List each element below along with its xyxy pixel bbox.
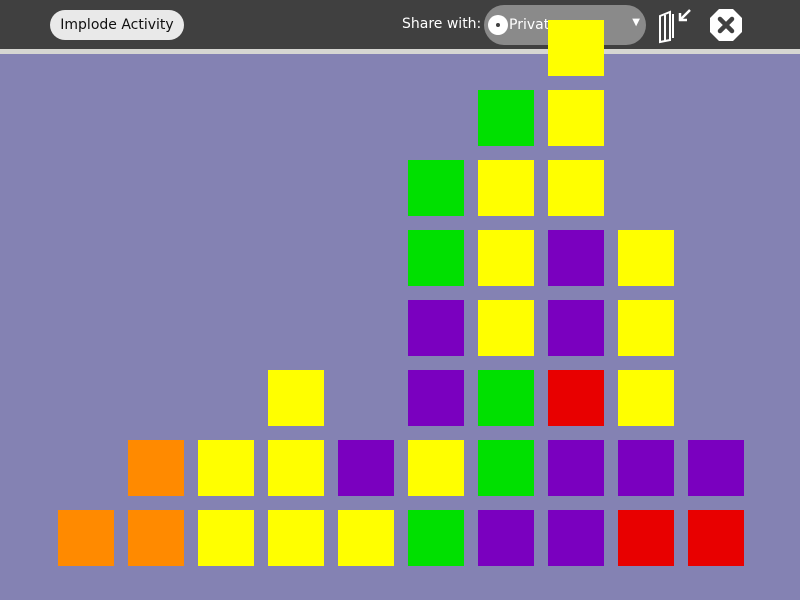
block-tile[interactable] [478, 510, 534, 566]
block-tile[interactable] [688, 440, 744, 496]
stop-icon [710, 9, 742, 41]
block-tile[interactable] [408, 230, 464, 286]
block-tile[interactable] [128, 440, 184, 496]
block-tile[interactable] [408, 510, 464, 566]
block-tile[interactable] [548, 300, 604, 356]
block-tile[interactable] [268, 440, 324, 496]
block-tile[interactable] [618, 230, 674, 286]
block-tile[interactable] [548, 510, 604, 566]
block-tile[interactable] [338, 440, 394, 496]
block-tile[interactable] [128, 510, 184, 566]
block-tile[interactable] [548, 20, 604, 76]
block-tile[interactable] [408, 300, 464, 356]
block-tile[interactable] [408, 370, 464, 426]
block-tile[interactable] [268, 510, 324, 566]
block-tile[interactable] [408, 440, 464, 496]
block-tile[interactable] [478, 230, 534, 286]
stop-button[interactable] [708, 7, 744, 43]
chevron-down-icon: ▼ [632, 17, 640, 28]
share-with-label: Share with: [402, 16, 482, 32]
block-tile[interactable] [548, 370, 604, 426]
block-tile[interactable] [548, 160, 604, 216]
game-board[interactable] [0, 20, 800, 600]
block-tile[interactable] [548, 440, 604, 496]
block-tile[interactable] [338, 510, 394, 566]
block-tile[interactable] [548, 90, 604, 146]
implode-activity-button[interactable]: Implode Activity [50, 10, 184, 40]
block-tile[interactable] [478, 300, 534, 356]
block-tile[interactable] [478, 370, 534, 426]
block-tile[interactable] [408, 160, 464, 216]
block-tile[interactable] [618, 510, 674, 566]
block-tile[interactable] [198, 440, 254, 496]
block-tile[interactable] [478, 160, 534, 216]
block-tile[interactable] [618, 300, 674, 356]
block-tile[interactable] [618, 370, 674, 426]
block-tile[interactable] [268, 370, 324, 426]
activity-toolbar: Implode Activity Share with: Private ▼ [0, 0, 800, 49]
block-tile[interactable] [198, 510, 254, 566]
block-tile[interactable] [688, 510, 744, 566]
private-radio-icon [488, 15, 508, 35]
block-tile[interactable] [548, 230, 604, 286]
journal-keep-icon [659, 9, 691, 44]
journal-keep-button[interactable] [656, 6, 696, 44]
block-tile[interactable] [478, 440, 534, 496]
block-tile[interactable] [58, 510, 114, 566]
block-tile[interactable] [618, 440, 674, 496]
block-tile[interactable] [478, 90, 534, 146]
